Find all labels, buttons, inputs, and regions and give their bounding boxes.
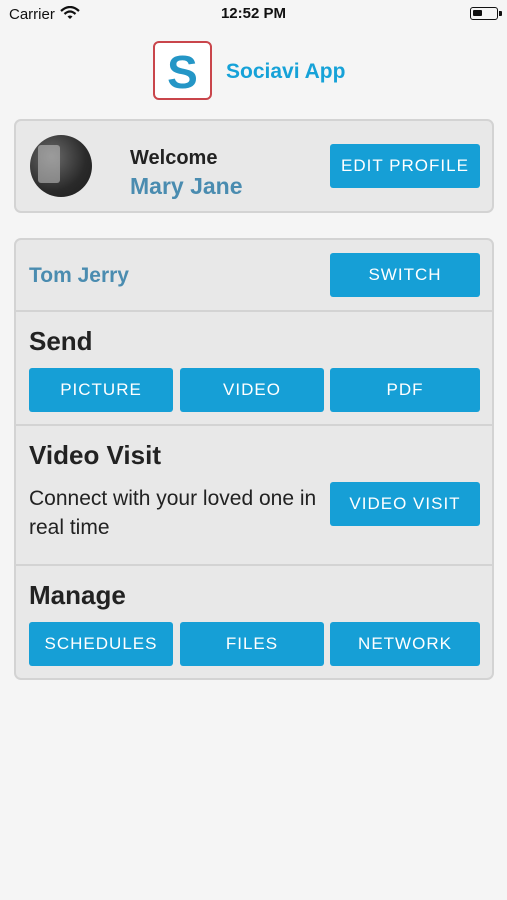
current-user-section: Tom Jerry SWITCH [16,240,492,312]
switch-button[interactable]: SWITCH [330,253,480,297]
video-visit-description: Connect with your loved one in real time [29,487,317,539]
video-button[interactable]: VIDEO [180,368,324,412]
video-visit-button[interactable]: VIDEO VISIT [330,482,480,526]
welcome-name: Mary Jane [130,173,243,199]
clock: 12:52 PM [220,5,287,22]
manage-title: Manage [29,580,126,610]
welcome-label: Welcome [130,147,218,169]
files-button[interactable]: FILES [180,622,324,666]
send-title: Send [29,326,93,356]
battery-icon [470,7,502,20]
video-visit-title: Video Visit [29,440,161,470]
manage-section: Manage SCHEDULES FILES NETWORK [16,566,492,680]
welcome-card: Welcome Mary Jane EDIT PROFILE [14,119,494,213]
app-header: S Sociavi App [0,41,507,101]
network-button[interactable]: NETWORK [330,622,480,666]
current-user-name: Tom Jerry [29,264,129,287]
app-title: Sociavi App [226,60,346,83]
picture-button[interactable]: PICTURE [29,368,173,412]
main-card: Tom Jerry SWITCH Send PICTURE VIDEO PDF … [14,238,494,680]
logo-letter: S [167,46,198,98]
send-section: Send PICTURE VIDEO PDF [16,312,492,426]
video-visit-section: Video Visit Connect with your loved one … [16,426,492,566]
pdf-button[interactable]: PDF [330,368,480,412]
schedules-button[interactable]: SCHEDULES [29,622,173,666]
status-bar: Carrier 12:52 PM [0,0,507,28]
app-logo: S [153,41,212,100]
edit-profile-button[interactable]: EDIT PROFILE [330,144,480,188]
avatar[interactable] [30,135,92,197]
